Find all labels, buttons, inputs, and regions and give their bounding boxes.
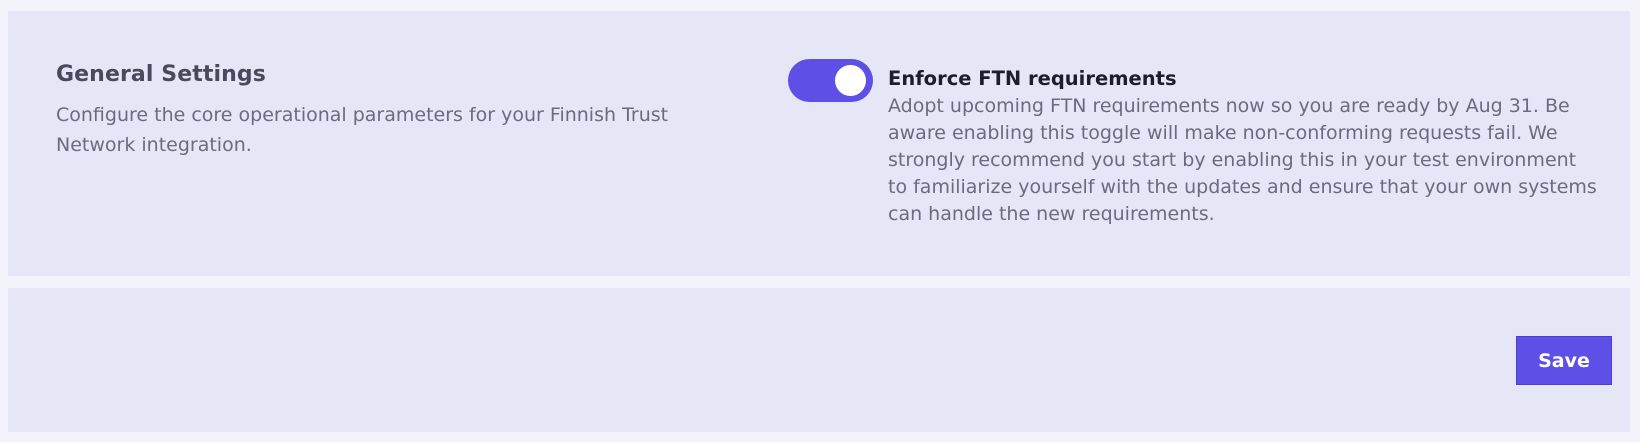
section-description: Configure the core operational parameter… [56,104,669,156]
save-button[interactable]: Save [1516,336,1612,385]
enforce-ftn-option: Enforce FTN requirements Adopt upcoming … [888,67,1598,228]
enforce-ftn-description: Adopt upcoming FTN requirements now so y… [888,95,1597,225]
actions-panel: Save [8,288,1630,432]
toggle-knob [835,65,866,96]
page: General Settings Configure the core oper… [0,0,1640,442]
enforce-ftn-label: Enforce FTN requirements [888,67,1177,90]
section-title: General Settings [56,62,266,87]
enforce-ftn-toggle[interactable] [788,59,873,102]
general-settings-panel: General Settings Configure the core oper… [8,11,1630,276]
